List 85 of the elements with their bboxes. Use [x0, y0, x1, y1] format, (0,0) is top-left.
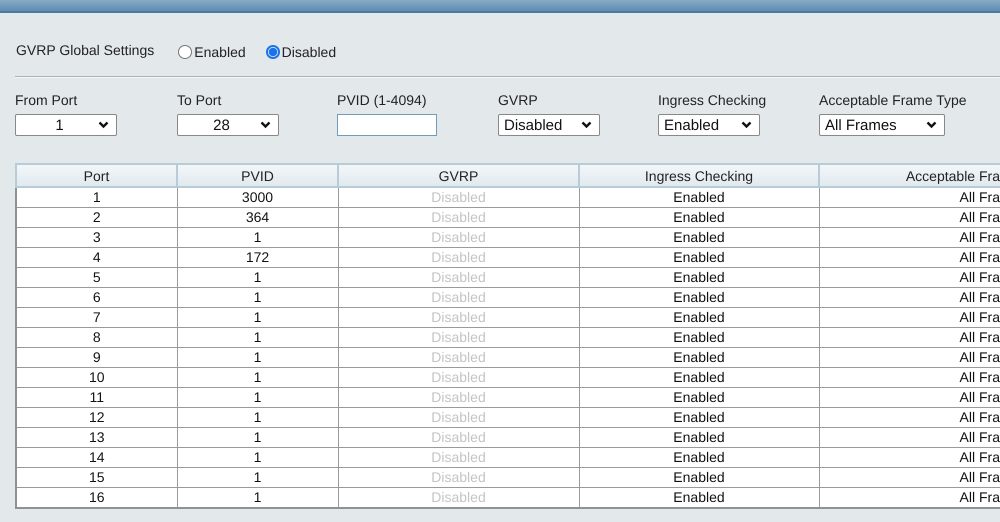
column-header: GVRP — [338, 164, 579, 187]
table-cell: Enabled — [579, 448, 819, 468]
table-cell: 3000 — [177, 187, 338, 208]
table-cell: 1 — [177, 228, 338, 248]
table-cell: 1 — [177, 408, 338, 428]
table-cell: Disabled — [338, 228, 579, 248]
table-cell: 1 — [177, 268, 338, 288]
table-cell: 5 — [16, 268, 177, 288]
table-cell: Disabled — [338, 328, 579, 348]
table-cell: Disabled — [338, 388, 579, 408]
table-cell: Enabled — [579, 428, 819, 448]
chevron-icon — [581, 121, 592, 129]
table-cell: Enabled — [579, 268, 819, 288]
table-cell: Disabled — [338, 368, 579, 388]
table-cell: 11 — [16, 388, 177, 408]
table-cell: Disabled — [338, 208, 579, 228]
table-cell: Enabled — [579, 348, 819, 368]
table-cell: 12 — [16, 408, 177, 428]
chevron-icon — [260, 121, 271, 129]
table-cell: Disabled — [338, 428, 579, 448]
column-header: PVID — [177, 164, 338, 187]
table-cell: Enabled — [579, 308, 819, 328]
table-cell: 1 — [177, 448, 338, 468]
table-cell: Disabled — [338, 248, 579, 268]
table-cell: Disabled — [338, 187, 579, 208]
table-cell: 1 — [177, 288, 338, 308]
table-cell: 1 — [16, 187, 177, 208]
table-cell: Enabled — [579, 368, 819, 388]
dropdown[interactable]: Enabled — [658, 114, 760, 136]
table-cell: 2 — [16, 208, 177, 228]
column-header: Port — [16, 164, 177, 187]
table-cell: 364 — [177, 208, 338, 228]
field-label: GVRP — [498, 92, 539, 108]
field-label: Ingress Checking — [658, 92, 768, 108]
table-cell: 4 — [16, 248, 177, 268]
table-cell: Enabled — [579, 187, 819, 208]
pvid-input-field[interactable] — [337, 114, 437, 136]
table-cell: 1 — [177, 368, 338, 388]
table-cell: Enabled — [579, 208, 819, 228]
field-label: PVID (1-4094) — [337, 92, 428, 108]
table-cell: Disabled — [338, 408, 579, 428]
table-cell: 7 — [16, 308, 177, 328]
table-cell: Disabled — [338, 348, 579, 368]
table-cell: Disabled — [338, 468, 579, 488]
dropdown[interactable]: 28 — [177, 114, 279, 136]
table-cell: Enabled — [579, 248, 819, 268]
table-cell: Enabled — [579, 288, 819, 308]
table-cell: 172 — [177, 248, 338, 268]
dropdown[interactable]: 1 — [15, 114, 117, 136]
table-cell: Enabled — [579, 468, 819, 488]
column-header: Ingress Checking — [579, 164, 819, 187]
dropdown[interactable]: All Frames — [819, 114, 945, 136]
table-cell: Enabled — [579, 408, 819, 428]
table-cell: 14 — [16, 448, 177, 468]
table-cell: 1 — [177, 428, 338, 448]
table-cell: Disabled — [338, 268, 579, 288]
chevron-icon — [741, 121, 752, 129]
table-cell: 1 — [177, 328, 338, 348]
table-cell: 1 — [177, 388, 338, 408]
chevron-icon — [926, 121, 937, 129]
global-settings-label: GVRP Global Settings — [16, 42, 154, 58]
table-cell: 9 — [16, 348, 177, 368]
table-cell: Enabled — [579, 388, 819, 408]
table-cell: 8 — [16, 328, 177, 348]
table-cell: Enabled — [579, 228, 819, 248]
dropdown[interactable]: Disabled — [498, 114, 600, 136]
table-cell: 1 — [177, 468, 338, 488]
field-label: From Port — [15, 92, 78, 108]
table-cell: 1 — [177, 348, 338, 368]
table-cell: 15 — [16, 468, 177, 488]
table-cell: Disabled — [338, 288, 579, 308]
table-cell: 3 — [16, 228, 177, 248]
field-label: To Port — [177, 92, 222, 108]
table-cell: Disabled — [338, 448, 579, 468]
column-header: Acceptable Fra — [819, 164, 1000, 187]
table-cell: Disabled — [338, 308, 579, 328]
radio-option[interactable]: Enabled — [178, 44, 246, 60]
table-cell: 6 — [16, 288, 177, 308]
table-cell: 1 — [177, 308, 338, 328]
table-cell: Enabled — [579, 328, 819, 348]
chevron-icon — [98, 121, 109, 129]
table-cell: 10 — [16, 368, 177, 388]
radio-option[interactable]: Disabled — [266, 44, 336, 60]
field-label: Acceptable Frame Type — [819, 92, 968, 108]
table-cell: 13 — [16, 428, 177, 448]
